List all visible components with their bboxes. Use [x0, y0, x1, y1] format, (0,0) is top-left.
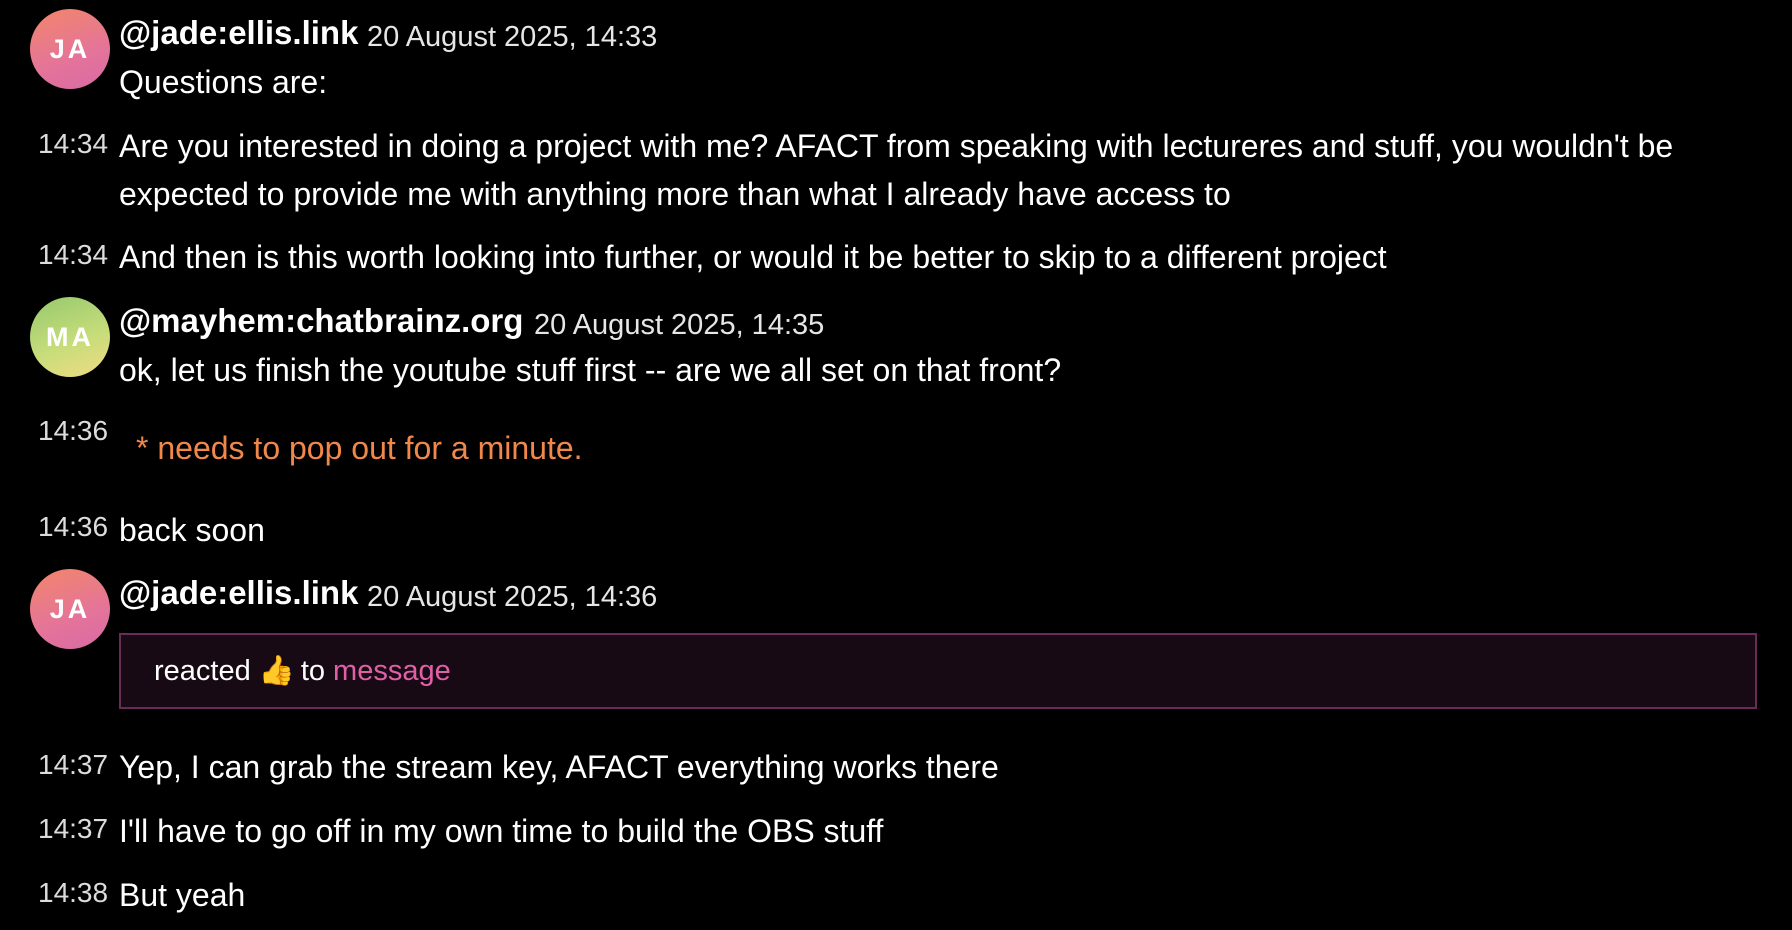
avatar[interactable]: MA — [30, 297, 110, 377]
message-timestamp: 14:38 — [38, 877, 109, 908]
message-timestamp: 14:37 — [38, 749, 109, 780]
message-timestamp: 14:37 — [38, 813, 109, 844]
message-timestamp: 14:36 — [38, 415, 109, 446]
message-text: Questions are: — [119, 64, 328, 100]
thumbs-up-icon: 👍 — [258, 655, 295, 687]
reaction-notice: reacted 👍 to message — [119, 633, 1757, 709]
sender-name[interactable]: @mayhem:chatbrainz.org — [119, 302, 523, 340]
emote-message: * needs to pop out for a minute. — [136, 430, 583, 466]
message-text: Yep, I can grab the stream key, AFACT ev… — [119, 749, 999, 785]
message-date: 20 August 2025, 14:36 — [367, 581, 658, 613]
reaction-middle: to — [300, 654, 326, 687]
avatar[interactable]: JA — [30, 569, 110, 649]
reaction-message-link[interactable]: message — [333, 655, 451, 688]
message-text: ok, let us finish the youtube stuff firs… — [119, 352, 1062, 388]
message-text: I'll have to go off in my own time to bu… — [119, 813, 884, 849]
message-text: And then is this worth looking into furt… — [119, 239, 1387, 275]
message-text: Are you interested in doing a project wi… — [119, 128, 1674, 212]
sender-name[interactable]: @jade:ellis.link — [119, 574, 358, 612]
reaction-prefix: reacted — [154, 654, 251, 687]
avatar[interactable]: JA — [30, 9, 110, 89]
message-text: back soon — [119, 512, 265, 548]
message-date: 20 August 2025, 14:33 — [367, 21, 658, 53]
message-text: But yeah — [119, 877, 246, 913]
sender-name[interactable]: @jade:ellis.link — [119, 14, 358, 52]
message-timestamp: 14:36 — [38, 511, 109, 542]
message-timestamp: 14:34 — [38, 239, 109, 270]
message-timestamp: 14:34 — [38, 128, 109, 159]
message-date: 20 August 2025, 14:35 — [534, 309, 825, 341]
